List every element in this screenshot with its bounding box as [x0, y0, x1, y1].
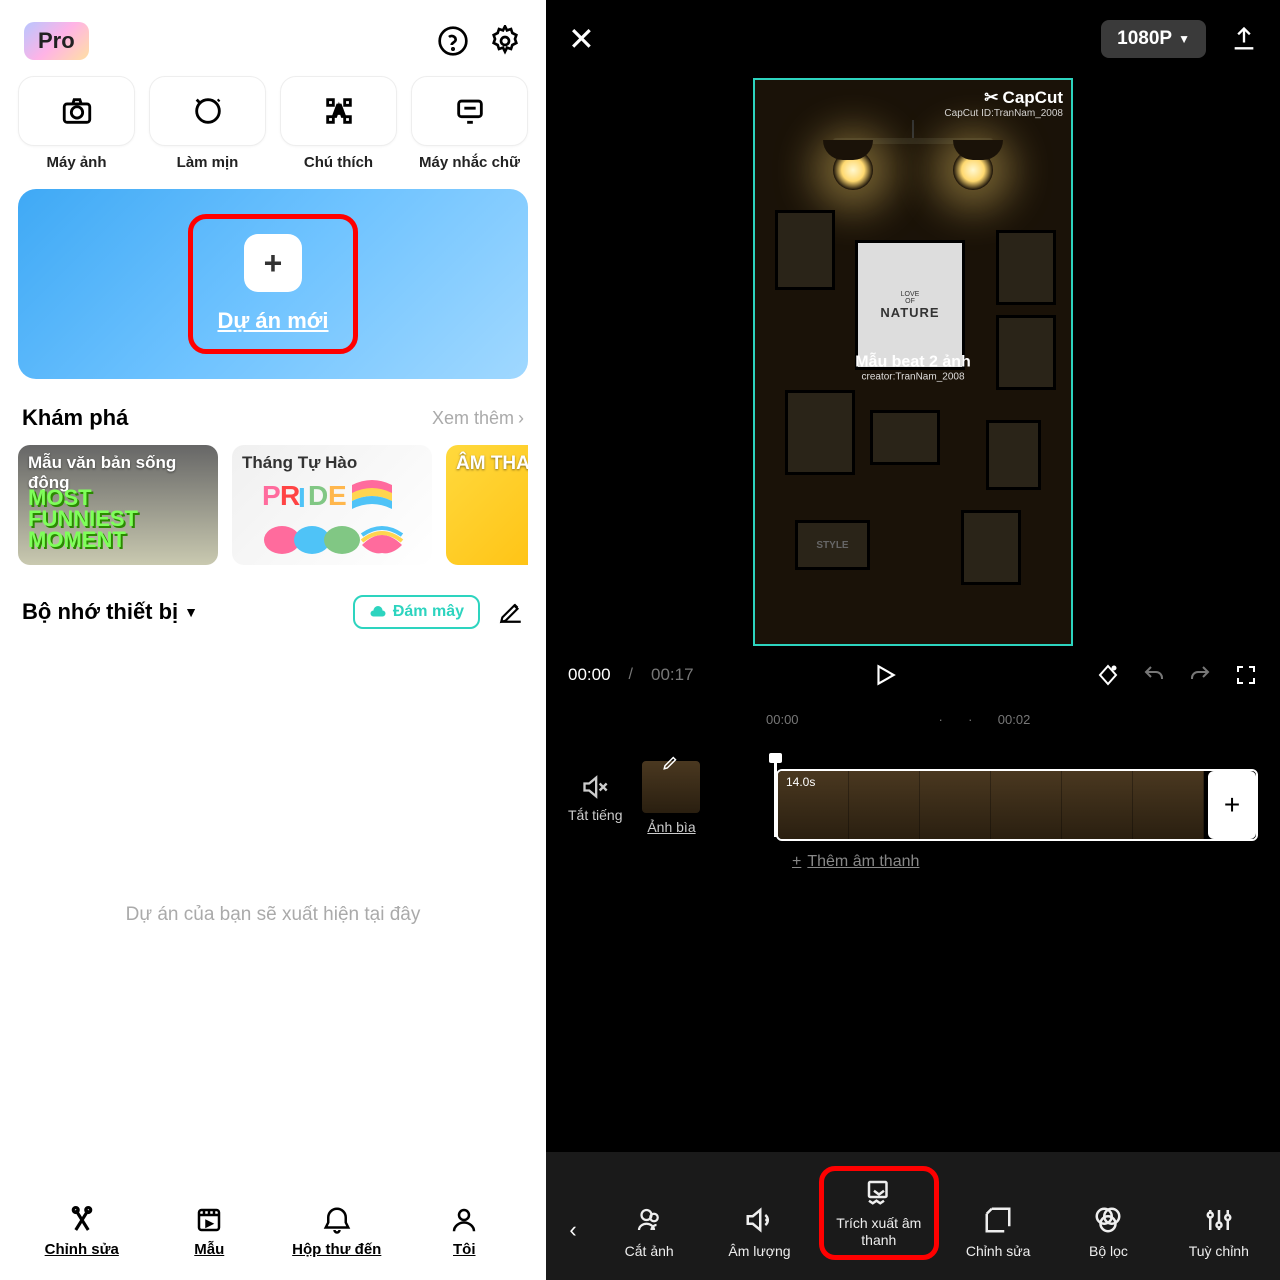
svg-text:P: P — [262, 480, 281, 511]
video-preview[interactable]: LOVEOFNATURE STYLE ✂CapCut CapCut ID:Tra… — [753, 78, 1073, 646]
clip-strip[interactable]: 14.0s + — [776, 769, 1258, 841]
undo-icon[interactable] — [1142, 663, 1166, 687]
timeline-ruler: 00:00 · · 00:02 — [546, 704, 1280, 731]
export-icon[interactable] — [1230, 25, 1258, 53]
svg-text:E: E — [328, 480, 347, 511]
add-clip-button[interactable]: + — [1208, 771, 1256, 839]
empty-projects-message: Dự án của bạn sẽ xuất hiện tại đây — [18, 639, 528, 1191]
chevron-down-icon: ▼ — [184, 604, 198, 620]
editor-panel: ✕ 1080P ▼ LOVEOFNATURE STYLE ✂ — [546, 0, 1280, 1280]
tool-volume[interactable]: Âm lượng — [708, 1205, 810, 1260]
keyframe-icon[interactable] — [1096, 663, 1120, 687]
svg-text:D: D — [308, 480, 328, 511]
edit-icon[interactable] — [498, 599, 524, 625]
storage-header: Bộ nhớ thiết bị ▼ Đám mây — [22, 595, 524, 629]
playback-controls: 00:00 / 00:17 — [546, 646, 1280, 704]
resolution-dropdown[interactable]: 1080P ▼ — [1101, 20, 1206, 58]
nav-profile[interactable]: Tôi — [401, 1205, 529, 1258]
tool-crop[interactable]: Cắt ảnh — [598, 1205, 700, 1260]
cover-button[interactable]: Ảnh bìa — [642, 761, 700, 835]
chevron-down-icon: ▼ — [1178, 32, 1190, 46]
chevron-right-icon: › — [518, 408, 524, 429]
close-icon[interactable]: ✕ — [568, 20, 595, 58]
home-panel: Pro Máy ảnh Làm mịn A Chú thích Máy nhắc… — [0, 0, 546, 1280]
highlight-new-project — [188, 214, 358, 354]
plus-icon: + — [792, 853, 801, 871]
discover-card[interactable]: ÂM THANH — [446, 445, 528, 565]
help-icon[interactable] — [436, 24, 470, 58]
lamp-graphic — [823, 120, 1003, 180]
pro-badge[interactable]: Pro — [24, 22, 89, 60]
storage-dropdown[interactable]: Bộ nhớ thiết bị ▼ — [22, 599, 198, 625]
tool-extract-audio[interactable]: Trích xuất âm thanh — [819, 1166, 939, 1260]
svg-text:A: A — [332, 102, 344, 121]
redo-icon[interactable] — [1188, 663, 1212, 687]
tool-filter[interactable]: Bộ lọc — [1057, 1205, 1159, 1260]
preview-area: LOVEOFNATURE STYLE ✂CapCut CapCut ID:Tra… — [546, 78, 1280, 646]
see-more-link[interactable]: Xem thêm› — [432, 408, 524, 429]
qa-smooth[interactable]: Làm mịn — [149, 76, 266, 171]
nav-inbox[interactable]: Hộp thư đến — [273, 1205, 401, 1258]
new-project-card[interactable]: + Dự án mới — [18, 189, 528, 379]
discover-title: Khám phá — [22, 405, 128, 431]
fullscreen-icon[interactable] — [1234, 663, 1258, 687]
nav-templates[interactable]: Mẫu — [146, 1205, 274, 1258]
discover-card[interactable]: Mẫu văn bản sống động MOSTFUNNIEST MOMEN… — [18, 445, 218, 565]
editor-top-bar: ✕ 1080P ▼ — [546, 0, 1280, 78]
preview-caption: Mẫu beat 2 ảnh creator:TranNam_2008 — [855, 353, 971, 382]
qa-camera[interactable]: Máy ảnh — [18, 76, 135, 171]
watermark: ✂CapCut CapCut ID:TranNam_2008 — [944, 88, 1063, 119]
mute-toggle[interactable]: Tắt tiếng — [568, 773, 622, 823]
settings-icon[interactable] — [488, 24, 522, 58]
top-bar: Pro — [18, 18, 528, 70]
time-duration: 00:17 — [651, 665, 694, 685]
play-button[interactable] — [872, 662, 898, 688]
discover-row: Mẫu văn bản sống động MOSTFUNNIEST MOMEN… — [18, 445, 528, 565]
discover-header: Khám phá Xem thêm› — [22, 405, 524, 431]
tool-adjust[interactable]: Tuỳ chỉnh — [1168, 1205, 1270, 1260]
timeline[interactable]: Tắt tiếng Ảnh bìa 14.0s + +Thêm âm thanh — [546, 731, 1280, 865]
qa-caption[interactable]: A Chú thích — [280, 76, 397, 171]
quick-actions: Máy ảnh Làm mịn A Chú thích Máy nhắc chữ — [18, 76, 528, 171]
tool-edit[interactable]: Chỉnh sửa — [947, 1205, 1049, 1260]
nav-edit[interactable]: Chỉnh sửa — [18, 1205, 146, 1258]
bottom-nav: Chỉnh sửa Mẫu Hộp thư đến Tôi — [18, 1191, 528, 1262]
add-audio-button[interactable]: +Thêm âm thanh — [792, 853, 919, 871]
qa-teleprompter[interactable]: Máy nhắc chữ — [411, 76, 528, 171]
back-icon[interactable]: ‹ — [556, 1200, 590, 1260]
svg-text:I: I — [298, 482, 306, 513]
cloud-button[interactable]: Đám mây — [353, 595, 480, 629]
discover-card[interactable]: Tháng Tự Hào PRIDE — [232, 445, 432, 565]
time-current: 00:00 — [568, 665, 611, 685]
tool-bar: ‹ Cắt ảnh Âm lượng Trích xuất âm thanh C… — [546, 1152, 1280, 1280]
capcut-logo-icon: ✂ — [984, 88, 998, 108]
